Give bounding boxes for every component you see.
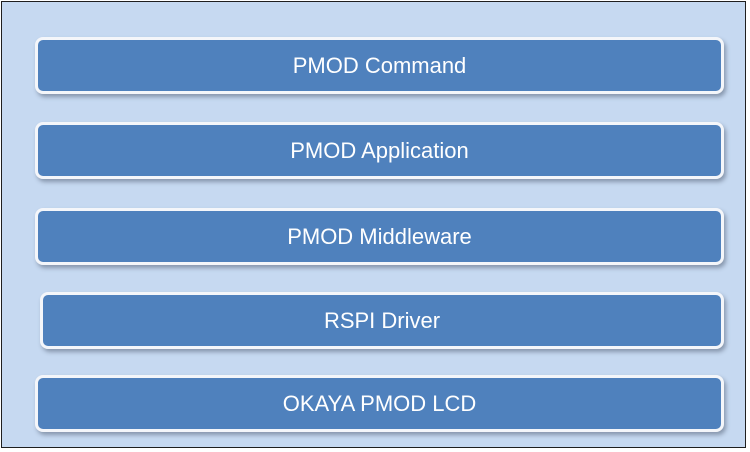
layer-label: PMOD Command bbox=[292, 52, 467, 78]
layer-pmod-application: PMOD Application bbox=[35, 122, 724, 179]
layer-label: PMOD Application bbox=[290, 137, 469, 163]
layer-pmod-middleware: PMOD Middleware bbox=[35, 208, 724, 265]
layer-rspi-driver: RSPI Driver bbox=[40, 292, 724, 349]
layer-label: PMOD Middleware bbox=[287, 223, 472, 249]
diagram-panel: PMOD Command PMOD Application PMOD Middl… bbox=[1, 1, 746, 448]
layer-label: OKAYA PMOD LCD bbox=[282, 390, 477, 416]
layer-label: RSPI Driver bbox=[323, 307, 441, 333]
layer-pmod-command: PMOD Command bbox=[35, 37, 724, 94]
layer-okaya-pmod-lcd: OKAYA PMOD LCD bbox=[35, 375, 724, 432]
